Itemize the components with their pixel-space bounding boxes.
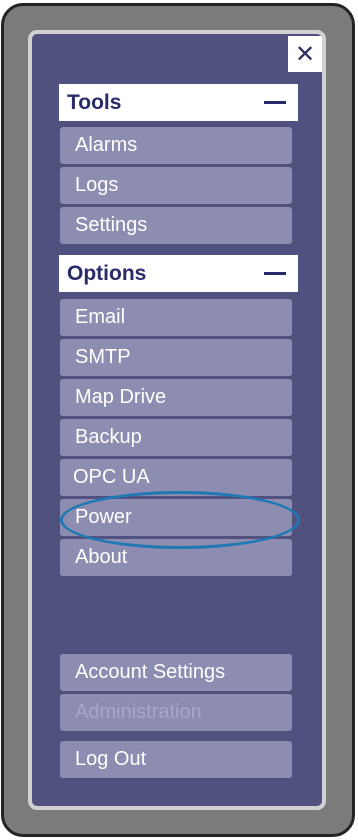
menu-item-account-settings[interactable]: Account Settings: [60, 654, 292, 691]
menu-item-logs[interactable]: Logs: [60, 167, 292, 204]
menu-item-smtp[interactable]: SMTP: [60, 339, 292, 376]
section-header-tools[interactable]: Tools: [59, 84, 298, 121]
menu-item-settings[interactable]: Settings: [60, 207, 292, 244]
menu-item-email[interactable]: Email: [60, 299, 292, 336]
menu-item-alarms[interactable]: Alarms: [60, 127, 292, 164]
section-header-options[interactable]: Options: [59, 255, 298, 292]
menu-item-map-drive[interactable]: Map Drive: [60, 379, 292, 416]
menu-item-backup[interactable]: Backup: [60, 419, 292, 456]
close-button[interactable]: ✕: [288, 36, 322, 72]
collapse-icon[interactable]: [264, 272, 286, 275]
collapse-icon[interactable]: [264, 101, 286, 104]
close-icon: ✕: [294, 40, 316, 68]
menu-item-about[interactable]: About: [60, 539, 292, 576]
section-title-options: Options: [67, 261, 147, 285]
menu-item-log-out[interactable]: Log Out: [60, 741, 292, 778]
section-title-tools: Tools: [67, 90, 122, 114]
menu-item-opc-ua[interactable]: OPC UA: [60, 459, 292, 496]
menu-item-power[interactable]: Power: [60, 499, 292, 536]
menu-item-administration: Administration: [60, 694, 292, 731]
